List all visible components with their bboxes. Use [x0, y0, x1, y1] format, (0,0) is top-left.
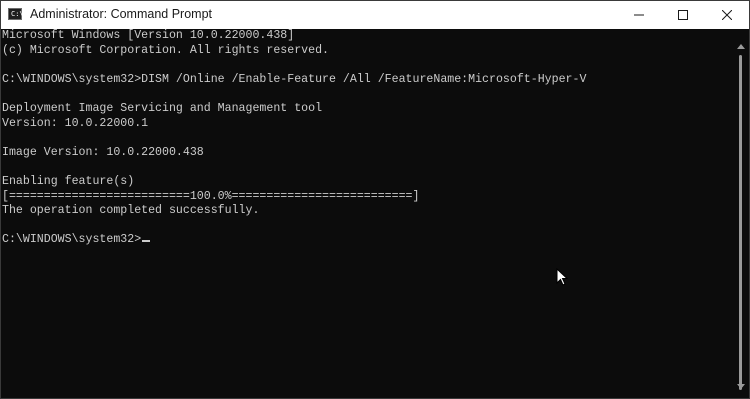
close-icon — [722, 10, 732, 20]
cmd-icon[interactable]: C:\ — [8, 8, 24, 20]
cmd-icon-glyph: C:\ — [11, 10, 24, 18]
window-title: Administrator: Command Prompt — [30, 7, 213, 21]
command-line: C:\WINDOWS\system32>DISM /Online /Enable… — [2, 72, 587, 86]
close-button[interactable] — [705, 1, 749, 29]
console-output[interactable]: Microsoft Windows [Version 10.0.22000.43… — [1, 29, 734, 397]
minimize-icon — [634, 14, 644, 16]
mouse-pointer-icon — [556, 268, 568, 286]
prompt-text: C:\WINDOWS\system32> — [2, 233, 142, 247]
maximize-button[interactable] — [661, 1, 705, 29]
console-line: Enabling feature(s) — [2, 174, 135, 188]
scroll-thumb[interactable] — [739, 55, 742, 390]
text-cursor — [142, 240, 151, 243]
prompt-line[interactable]: C:\WINDOWS\system32> — [1, 233, 734, 248]
scroll-up-arrow-icon[interactable] — [737, 44, 745, 49]
console-line: (c) Microsoft Corporation. All rights re… — [2, 43, 329, 57]
console-line: Version: 10.0.22000.1 — [2, 116, 149, 130]
maximize-icon — [678, 10, 688, 20]
command-prompt-window: C:\ Administrator: Command Prompt Micros… — [0, 0, 750, 399]
scroll-down-arrow-icon[interactable] — [737, 384, 745, 389]
title-bar[interactable]: C:\ Administrator: Command Prompt — [1, 1, 749, 29]
console-line: Image Version: 10.0.22000.438 — [2, 145, 204, 159]
window-controls — [617, 1, 749, 29]
console-line: Microsoft Windows [Version 10.0.22000.43… — [2, 29, 295, 42]
vertical-scrollbar[interactable] — [734, 29, 748, 397]
console-line: Deployment Image Servicing and Managemen… — [2, 101, 323, 115]
minimize-button[interactable] — [617, 1, 661, 29]
status-line: The operation completed successfully. — [2, 204, 260, 218]
progress-bar-line: [==========================100.0%=======… — [2, 189, 420, 203]
